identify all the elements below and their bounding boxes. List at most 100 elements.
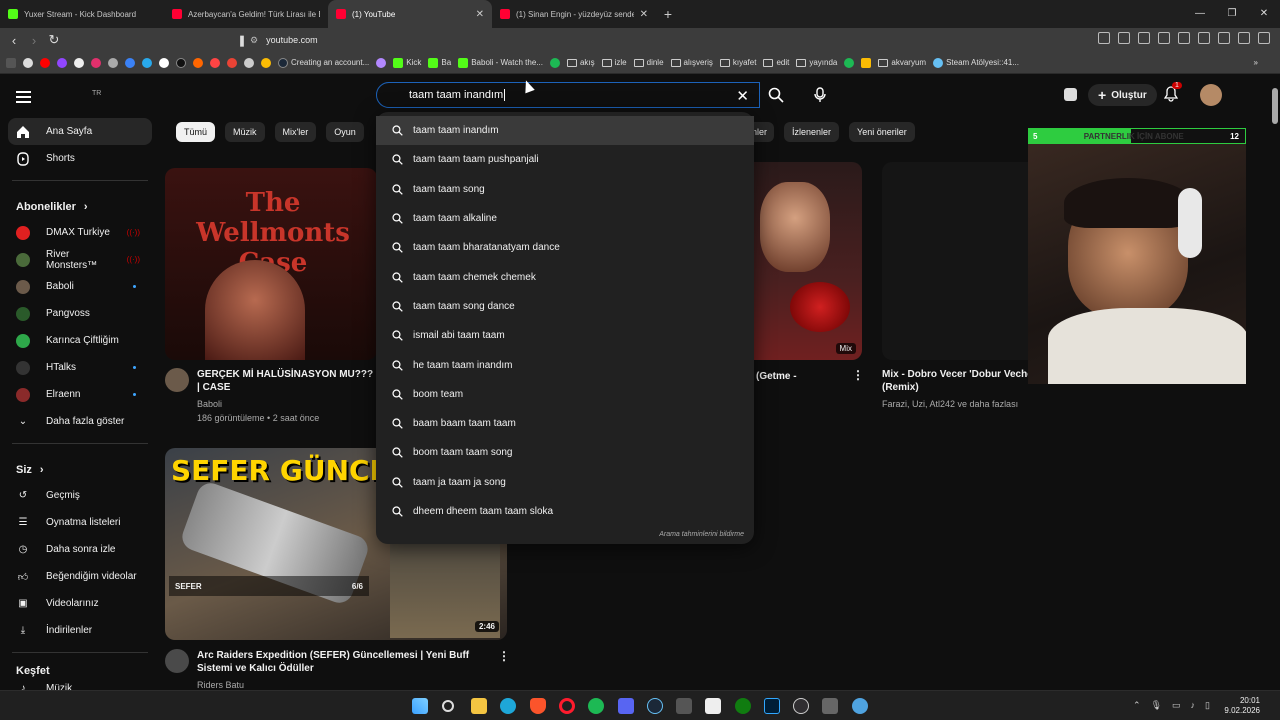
suggestion-item[interactable]: taam taam chemek chemek	[376, 262, 754, 291]
video-title[interactable]: Arc Raiders Expedition (SEFER) Güncellem…	[197, 649, 487, 675]
sidebar-item-subscription[interactable]: Pangvoss	[0, 300, 160, 327]
more-options-icon[interactable]: ⋮	[498, 649, 510, 663]
bookmark-item[interactable]: Creating an account...	[278, 57, 369, 68]
channel-avatar[interactable]	[165, 368, 189, 392]
settings-app-icon[interactable]	[852, 698, 868, 714]
suggestion-item[interactable]: boom team	[376, 380, 754, 409]
amazon-icon[interactable]	[244, 57, 254, 68]
suggestion-item[interactable]: taam taam song dance	[376, 292, 754, 321]
chip[interactable]: nler	[752, 122, 774, 142]
voice-search-button[interactable]	[806, 82, 834, 108]
bookmark-folder[interactable]: alışveriş	[670, 58, 713, 67]
bookmark-folder[interactable]: akış	[566, 58, 595, 67]
youtube-icon[interactable]	[40, 57, 50, 68]
chip[interactable]: İzlenenler	[784, 122, 840, 142]
windows-start-icon[interactable]	[412, 698, 428, 714]
xbox-icon[interactable]	[735, 698, 751, 714]
note-icon[interactable]	[261, 57, 271, 68]
steam-icon[interactable]	[647, 698, 663, 714]
suggestion-item[interactable]: taam taam bharatanatyam dance	[376, 233, 754, 262]
bookmark-folder[interactable]: dinle	[633, 58, 664, 67]
menu-icon[interactable]	[1258, 32, 1270, 44]
brave-icon[interactable]	[530, 698, 546, 714]
sidebar-item-your-videos[interactable]: ▣ Videolarınız	[0, 590, 160, 617]
cloud-icon[interactable]	[125, 57, 135, 68]
sidebar-item-home[interactable]: Ana Sayfa	[8, 118, 152, 145]
sidebar-item-subscription[interactable]: HTalks	[0, 354, 160, 381]
more-options-icon[interactable]: ⋮	[852, 368, 864, 382]
chip[interactable]: Oyun	[326, 122, 364, 142]
suggestion-item[interactable]: taam taam inandım	[376, 116, 754, 146]
calculator-icon[interactable]	[676, 698, 692, 714]
x-icon[interactable]	[74, 57, 84, 68]
close-window-icon[interactable]: ✕	[1248, 0, 1280, 28]
video-thumbnail[interactable]: The Wellmonts Case	[165, 168, 377, 360]
scrollbar[interactable]	[1272, 88, 1278, 124]
ext-icon[interactable]	[210, 57, 220, 68]
site-info-icon[interactable]: ⚙	[250, 35, 258, 46]
chrome-icon[interactable]	[23, 57, 33, 68]
more-bookmarks-icon[interactable]: »	[1254, 58, 1258, 67]
taskbar-clock[interactable]: 20:01 9.02.2026	[1224, 696, 1260, 716]
github-icon[interactable]	[108, 57, 118, 68]
suggestion-item[interactable]: dheem dheem taam taam sloka	[376, 497, 754, 526]
bookmark-item[interactable]: Ba	[428, 57, 451, 68]
sidebar-item-subscription[interactable]: Baboli	[0, 273, 160, 300]
chip-all[interactable]: Tümü	[176, 122, 216, 142]
suggestion-item[interactable]: he taam taam inandım	[376, 350, 754, 379]
extension-icon[interactable]	[1178, 32, 1190, 44]
close-tab-icon[interactable]: ✕	[640, 9, 648, 20]
maximize-icon[interactable]: ❐	[1216, 0, 1248, 28]
twitch-icon[interactable]	[57, 57, 67, 68]
bookmark-folder[interactable]: kıyafet	[719, 58, 756, 67]
extension-icon[interactable]	[1158, 32, 1170, 44]
sidebar-item-playlists[interactable]: ☰ Oynatma listeleri	[0, 509, 160, 536]
back-icon[interactable]: ‹	[4, 33, 24, 48]
bookmark-folder[interactable]: izle	[601, 58, 627, 67]
snipping-tool-icon[interactable]	[822, 698, 838, 714]
close-tab-icon[interactable]: ✕	[476, 9, 484, 20]
subscriptions-header[interactable]: Abonelikler ›	[0, 189, 160, 219]
microphone-icon[interactable]: 🎙︎	[1151, 700, 1162, 711]
suggestion-item[interactable]: taam taam song	[376, 175, 754, 204]
sidebar-item-subscription[interactable]: DMAX Turkiye ((·))	[0, 219, 160, 246]
shop-icon[interactable]	[193, 57, 203, 68]
suggestion-item[interactable]: taam ja taam ja song	[376, 468, 754, 497]
bookmark-item[interactable]: Baboli - Watch the...	[458, 57, 543, 68]
new-tab-button[interactable]: +	[656, 6, 680, 22]
channel-name[interactable]: Baboli	[197, 398, 222, 411]
video-thumbnail[interactable]	[882, 162, 1028, 360]
suggestion-item[interactable]: ismail abi taam taam	[376, 321, 754, 350]
chip[interactable]: Mix'ler	[274, 122, 317, 142]
search-input[interactable]: taam taam inandım ✕	[376, 82, 760, 108]
notifications-button[interactable]: 1	[1163, 82, 1182, 107]
search-button[interactable]	[760, 82, 792, 108]
browser-tab[interactable]: Azerbaycan'a Geldim! Türk Lirası ile E	[164, 0, 328, 28]
chip[interactable]: Müzik	[225, 122, 265, 142]
sidebar-item-downloads[interactable]: ⤓ İndirilenler	[0, 617, 160, 644]
extension-icon[interactable]	[1198, 32, 1210, 44]
reload-icon[interactable]: ↻	[44, 32, 64, 48]
bookmark-icon[interactable]: ❚	[232, 34, 252, 47]
bookmark-folder[interactable]: edit	[763, 58, 789, 67]
bookmark-folder[interactable]: akvaryum	[878, 58, 926, 67]
sidebar-item-shorts[interactable]: Shorts	[0, 145, 160, 172]
extension-icon[interactable]	[1238, 32, 1250, 44]
instagram-icon[interactable]	[91, 57, 101, 68]
sidebar-item-subscription[interactable]: Karınca Çiftliğim	[0, 327, 160, 354]
search-icon[interactable]	[442, 700, 454, 712]
sidebar-item-watch-later[interactable]: ◷ Daha sonra izle	[0, 536, 160, 563]
tiktok-icon[interactable]	[176, 57, 186, 68]
browser-tab[interactable]: (1) Sinan Engin - yüzdeyüz senden ya ✕	[492, 0, 656, 28]
avatar[interactable]	[1200, 84, 1222, 106]
menu-icon[interactable]	[16, 88, 31, 106]
bookmark-item[interactable]: Kick	[393, 57, 421, 68]
battery-icon[interactable]: ▯	[1205, 700, 1210, 711]
extension-icon[interactable]	[1218, 32, 1230, 44]
report-predictions-link[interactable]: Arama tahminlerini bildirme	[659, 531, 744, 538]
clear-search-icon[interactable]: ✕	[736, 87, 749, 105]
file-explorer-icon[interactable]	[471, 698, 487, 714]
edge-icon[interactable]	[500, 698, 516, 714]
show-more-button[interactable]: ⌄ Daha fazla göster	[0, 408, 160, 435]
browser-tab[interactable]: Yuxer Stream - Kick Dashboard	[0, 0, 164, 28]
